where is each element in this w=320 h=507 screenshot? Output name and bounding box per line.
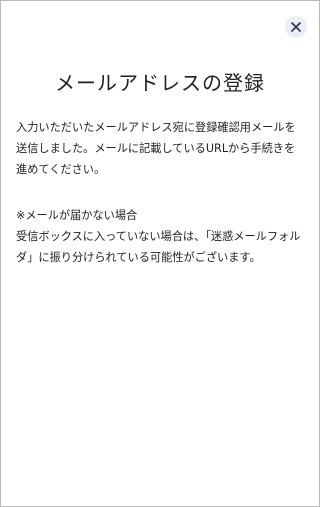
confirmation-message: 入力いただいたメールアドレス宛に登録確認用メールを送信しました。メールに記載して… bbox=[16, 121, 296, 176]
note-section: ※メールが届かない場合 受信ボックスに入っていない場合は、「迷惑メールフォルダ」… bbox=[16, 205, 306, 268]
dialog-container: メールアドレスの登録 入力いただいたメールアドレス宛に登録確認用メールを送信しま… bbox=[0, 0, 320, 507]
dialog-title: メールアドレスの登録 bbox=[55, 71, 265, 95]
close-button[interactable] bbox=[285, 16, 307, 38]
close-icon bbox=[291, 22, 301, 32]
note-heading: ※メールが届かない場合 bbox=[16, 209, 138, 222]
note-text: 受信ボックスに入っていない場合は、「迷惑メールフォルダ」に振り分けられている可能… bbox=[16, 230, 301, 264]
